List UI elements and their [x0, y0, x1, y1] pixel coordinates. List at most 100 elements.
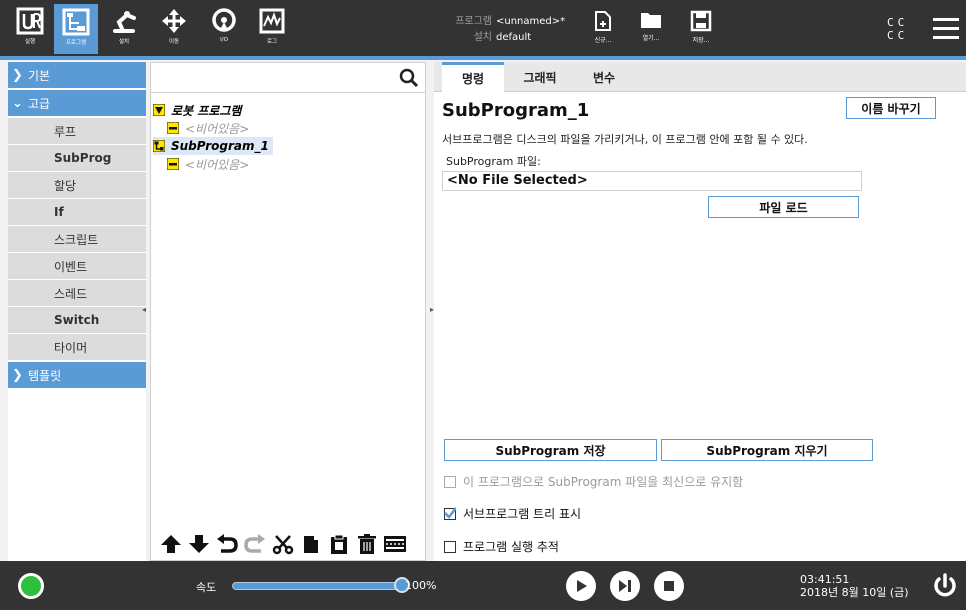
undo-icon — [217, 534, 238, 553]
speed-slider-track[interactable] — [232, 582, 402, 590]
checkmark-icon — [444, 506, 456, 519]
program-info: 프로그램 <unnamed>* 설치 default — [452, 14, 565, 46]
command-item[interactable]: 스크립트 — [8, 226, 146, 252]
collapse-triangle-icon — [153, 104, 165, 116]
empty-node-icon — [167, 122, 179, 134]
nav-log-label: 로그 — [266, 39, 278, 45]
paste-button[interactable] — [325, 530, 353, 558]
command-item-label: 할당 — [54, 178, 77, 193]
step-button[interactable] — [610, 571, 640, 601]
tab-variables[interactable]: 변수 — [574, 62, 634, 92]
command-item[interactable]: 루프 — [8, 118, 146, 144]
category-templates[interactable]: ❯ 템플릿 — [8, 362, 146, 388]
open-program-label: 열기... — [642, 35, 660, 42]
menu-icon[interactable] — [933, 18, 959, 40]
command-item[interactable]: 스레드 — [8, 280, 146, 306]
command-item[interactable]: 타이머 — [8, 334, 146, 360]
keep-updated-checkbox[interactable] — [444, 475, 456, 488]
search-input[interactable] — [153, 66, 395, 88]
play-button[interactable] — [566, 571, 596, 601]
show-tree-checkbox[interactable] — [444, 506, 456, 520]
cut-button[interactable] — [269, 530, 297, 558]
clear-subprogram-button[interactable]: SubProgram 지우기 — [661, 439, 873, 461]
installation-key: 설치 — [473, 32, 492, 43]
new-program-button[interactable]: 신규... — [586, 10, 620, 54]
tab-command[interactable]: 명령 — [442, 62, 504, 92]
new-program-label: 신규... — [594, 37, 612, 44]
collapse-left-handle[interactable]: ◂ — [142, 305, 150, 317]
suppress-button[interactable] — [381, 530, 409, 558]
save-subprogram-button[interactable]: SubProgram 저장 — [444, 439, 657, 461]
keep-updated-label: 이 프로그램으로 SubProgram 파일을 최신으로 유지함 — [463, 475, 744, 489]
command-item[interactable]: Switch — [8, 307, 146, 333]
command-item-label: 타이머 — [54, 340, 88, 355]
command-item[interactable]: 할당 — [8, 172, 146, 198]
robot-status-indicator[interactable] — [18, 573, 44, 599]
command-tabs: 명령 그래픽 변수 — [434, 62, 966, 92]
move-down-button[interactable] — [185, 530, 213, 558]
io-icon — [212, 8, 236, 32]
copy-button[interactable] — [297, 530, 325, 558]
category-basic-label: 기본 — [28, 68, 51, 83]
command-item[interactable]: If — [8, 199, 146, 225]
nav-io[interactable]: I/O — [202, 3, 246, 55]
nav-run[interactable]: 실행 — [8, 3, 52, 55]
tree-root-label: 로봇 프로그램 — [171, 103, 242, 118]
nav-installation[interactable]: 설치 — [102, 3, 146, 55]
delete-button[interactable] — [353, 530, 381, 558]
command-item[interactable]: SubProg — [8, 145, 146, 171]
clock: 03:41:51 2018년 8월 10일 (금) — [800, 573, 909, 599]
tree-node-empty[interactable]: <비어있음> — [167, 119, 249, 137]
tree-toolbar — [151, 528, 425, 560]
search-icon[interactable] — [399, 68, 419, 88]
nav-io-label: I/O — [220, 37, 228, 43]
category-advanced[interactable]: ⌄ 고급 — [8, 90, 146, 116]
redo-button[interactable] — [241, 530, 269, 558]
nav-log[interactable]: 로그 — [250, 3, 294, 55]
installation-icon — [113, 11, 136, 33]
rename-button[interactable]: 이름 바꾸기 — [846, 97, 936, 119]
open-program-button[interactable]: 열기... — [634, 10, 668, 54]
command-categories: ❯ 기본 ⌄ 고급 루프 SubProg 할당 If 스크립트 이벤트 스레드 … — [8, 62, 146, 561]
new-file-icon — [595, 11, 611, 31]
save-program-button[interactable]: 저장... — [684, 10, 718, 54]
redo-icon — [244, 534, 265, 553]
command-item[interactable]: 이벤트 — [8, 253, 146, 279]
bottom-bar: 속도 100% 03:41:51 2018년 8월 10일 (금) — [0, 561, 966, 610]
subprogram-description: 서브프로그램은 디스크의 파일을 가리키거나, 이 프로그램 안에 포함 될 수… — [442, 133, 808, 146]
subprogram-icon — [153, 140, 165, 152]
control-status[interactable]: CC CC — [887, 16, 915, 42]
stop-button[interactable] — [654, 571, 684, 601]
program-key: 프로그램 — [455, 16, 492, 27]
file-label: SubProgram 파일: — [446, 155, 541, 168]
command-item-label: SubProg — [54, 151, 112, 165]
tree-empty-label: <비어있음> — [185, 157, 250, 172]
move-icon — [162, 9, 186, 33]
keep-updated-option[interactable]: 이 프로그램으로 SubProgram 파일을 최신으로 유지함 — [444, 473, 743, 490]
tree-node-subprogram[interactable]: SubProgram_1 — [153, 137, 273, 155]
show-tree-option[interactable]: 서브프로그램 트리 표시 — [444, 505, 581, 522]
speed-label: 속도 — [196, 581, 217, 594]
installation-name: default — [496, 32, 532, 43]
clock-time: 03:41:51 — [800, 573, 850, 586]
header-divider — [0, 56, 966, 60]
tree-node-robot-program[interactable]: 로봇 프로그램 — [153, 101, 241, 119]
nav-move-label: 이동 — [168, 39, 180, 45]
track-execution-checkbox[interactable] — [444, 540, 456, 553]
track-execution-option[interactable]: 프로그램 실행 추적 — [444, 538, 559, 555]
power-icon[interactable] — [932, 573, 958, 599]
category-advanced-label: 고급 — [28, 96, 51, 111]
cc-top: CC — [887, 16, 909, 29]
save-program-label: 저장... — [692, 37, 710, 44]
tab-graphics[interactable]: 그래픽 — [506, 62, 574, 92]
move-up-button[interactable] — [157, 530, 185, 558]
paste-icon — [331, 534, 347, 554]
load-file-button[interactable]: 파일 로드 — [708, 196, 859, 218]
subprogram-file-field[interactable]: <No File Selected> — [442, 171, 862, 191]
suppress-icon — [384, 536, 406, 552]
nav-program[interactable]: 프로그램 — [54, 4, 98, 54]
category-basic[interactable]: ❯ 기본 — [8, 62, 146, 88]
tree-node-empty[interactable]: <비어있음> — [167, 155, 249, 173]
nav-move[interactable]: 이동 — [152, 3, 196, 55]
undo-button[interactable] — [213, 530, 241, 558]
